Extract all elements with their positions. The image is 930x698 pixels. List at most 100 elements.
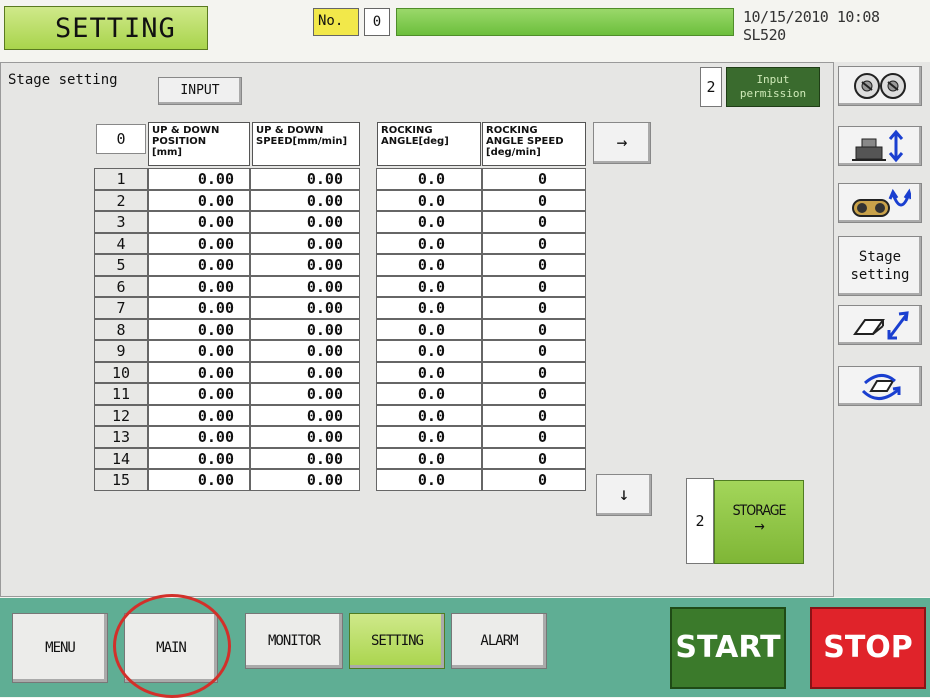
updown-position-cell[interactable]: 0.00: [148, 426, 250, 448]
rocking-angle-cell[interactable]: 0.0: [376, 447, 482, 469]
row-index: 12: [94, 404, 148, 426]
rocking-button[interactable]: [838, 183, 922, 223]
rocking-angle-speed-cell[interactable]: 0: [482, 318, 586, 340]
rocking-angle-cell[interactable]: 0.0: [376, 211, 482, 233]
updown-speed-cell[interactable]: 0.00: [250, 297, 360, 319]
stage-setting-side-button[interactable]: Stage setting: [838, 236, 922, 296]
tilt-button[interactable]: [838, 305, 922, 345]
updown-speed-cell[interactable]: 0.00: [250, 275, 360, 297]
lift-button[interactable]: [838, 126, 922, 166]
updown-speed-cell[interactable]: 0.00: [250, 361, 360, 383]
updown-speed-cell[interactable]: 0.00: [250, 469, 360, 491]
row-index: 9: [94, 340, 148, 362]
rocking-angle-speed-cell[interactable]: 0: [482, 340, 586, 362]
rocking-angle-cell[interactable]: 0.0: [376, 254, 482, 276]
updown-speed-cell[interactable]: 0.00: [250, 340, 360, 362]
updown-position-cell[interactable]: 0.00: [148, 275, 250, 297]
rocking-angle-cell[interactable]: 0.0: [376, 275, 482, 297]
start-button[interactable]: START: [670, 607, 786, 689]
updown-speed-cell[interactable]: 0.00: [250, 211, 360, 233]
rocking-angle-speed-cell[interactable]: 0: [482, 189, 586, 211]
stage-start-input[interactable]: 0: [96, 124, 146, 154]
updown-speed-cell[interactable]: 0.00: [250, 383, 360, 405]
rocking-angle-cell[interactable]: 0.0: [376, 340, 482, 362]
updown-speed-cell[interactable]: 0.00: [250, 232, 360, 254]
updown-speed-cell[interactable]: 0.00: [250, 189, 360, 211]
monitor-tab[interactable]: MONITOR: [245, 613, 343, 669]
stage-setting-line1: Stage: [858, 249, 902, 265]
rocking-angle-speed-cell[interactable]: 0: [482, 426, 586, 448]
updown-position-cell[interactable]: 0.00: [148, 211, 250, 233]
row-index: 3: [94, 211, 148, 233]
row-index: 10: [94, 361, 148, 383]
updown-position-cell[interactable]: 0.00: [148, 297, 250, 319]
rocking-angle-cell[interactable]: 0.0: [376, 383, 482, 405]
row-index: 4: [94, 232, 148, 254]
updown-speed-cell[interactable]: 0.00: [250, 254, 360, 276]
rocking-angle-cell[interactable]: 0.0: [376, 318, 482, 340]
updown-speed-cell[interactable]: 0.00: [250, 426, 360, 448]
updown-position-cell[interactable]: 0.00: [148, 318, 250, 340]
updown-speed-cell[interactable]: 0.00: [250, 168, 360, 190]
rocking-angle-speed-cell[interactable]: 0: [482, 297, 586, 319]
updown-position-cell[interactable]: 0.00: [148, 447, 250, 469]
row-index: 8: [94, 318, 148, 340]
header-line: [mm]: [152, 147, 182, 158]
updown-speed-cell[interactable]: 0.00: [250, 404, 360, 426]
rocking-angle-speed-cell[interactable]: 0: [482, 469, 586, 491]
updown-position-cell[interactable]: 0.00: [148, 361, 250, 383]
menu-button[interactable]: MENU: [12, 613, 108, 683]
rocking-angle-cell[interactable]: 0.0: [376, 232, 482, 254]
rocking-angle-cell[interactable]: 0.0: [376, 361, 482, 383]
rocking-angle-cell[interactable]: 0.0: [376, 469, 482, 491]
page-down-button[interactable]: ↓: [596, 474, 652, 516]
rocking-angle-cell[interactable]: 0.0: [376, 189, 482, 211]
header-line: SPEED[mm/min]: [256, 136, 348, 147]
rollers-button[interactable]: [838, 66, 922, 106]
rocking-angle-cell[interactable]: 0.0: [376, 426, 482, 448]
updown-position-cell[interactable]: 0.00: [148, 189, 250, 211]
stage-setting-line2: setting: [850, 267, 910, 283]
updown-position-cell[interactable]: 0.00: [148, 469, 250, 491]
header-line: ANGLE SPEED: [486, 136, 564, 147]
input-button[interactable]: INPUT: [158, 77, 242, 105]
page-title: SETTING: [4, 6, 208, 50]
input-permission-button[interactable]: Input permission: [726, 67, 820, 107]
updown-position-cell[interactable]: 0.00: [148, 168, 250, 190]
row-index: 14: [94, 447, 148, 469]
rocking-angle-speed-cell[interactable]: 0: [482, 447, 586, 469]
rocking-angle-speed-cell[interactable]: 0: [482, 168, 586, 190]
updown-position-cell[interactable]: 0.00: [148, 232, 250, 254]
storage-arrow-icon: →: [754, 519, 765, 535]
alarm-tab[interactable]: ALARM: [451, 613, 547, 669]
setting-tab[interactable]: SETTING: [349, 613, 445, 669]
stop-button[interactable]: STOP: [810, 607, 926, 689]
rocking-angle-speed-cell[interactable]: 0: [482, 383, 586, 405]
page-right-button[interactable]: →: [593, 122, 651, 164]
rocking-angle-speed-cell[interactable]: 0: [482, 254, 586, 276]
updown-speed-cell[interactable]: 0.00: [250, 447, 360, 469]
rocking-angle-speed-cell[interactable]: 0: [482, 275, 586, 297]
rocking-angle-speed-cell[interactable]: 0: [482, 361, 586, 383]
storage-button[interactable]: STORAGE →: [714, 480, 804, 564]
tilt-diagonal-icon: [853, 311, 909, 340]
updown-position-cell[interactable]: 0.00: [148, 340, 250, 362]
rocking-angle-cell[interactable]: 0.0: [376, 297, 482, 319]
stage-setting-label: Stage setting: [8, 72, 118, 88]
rotate-button[interactable]: [838, 366, 922, 406]
rocking-angle-cell[interactable]: 0.0: [376, 168, 482, 190]
updown-position-cell[interactable]: 0.00: [148, 383, 250, 405]
header-rocking-angle-speed: ROCKING ANGLE SPEED [deg/min]: [482, 122, 586, 166]
rocking-angle-speed-cell[interactable]: 0: [482, 232, 586, 254]
rocking-icon: [852, 188, 911, 217]
header-line: POSITION: [152, 136, 207, 147]
header-rocking-angle: ROCKING ANGLE[deg]: [377, 122, 481, 166]
updown-position-cell[interactable]: 0.00: [148, 254, 250, 276]
updown-position-cell[interactable]: 0.00: [148, 404, 250, 426]
updown-speed-cell[interactable]: 0.00: [250, 318, 360, 340]
permission-number: 2: [700, 67, 722, 107]
row-index: 11: [94, 383, 148, 405]
rocking-angle-speed-cell[interactable]: 0: [482, 404, 586, 426]
rocking-angle-cell[interactable]: 0.0: [376, 404, 482, 426]
rocking-angle-speed-cell[interactable]: 0: [482, 211, 586, 233]
